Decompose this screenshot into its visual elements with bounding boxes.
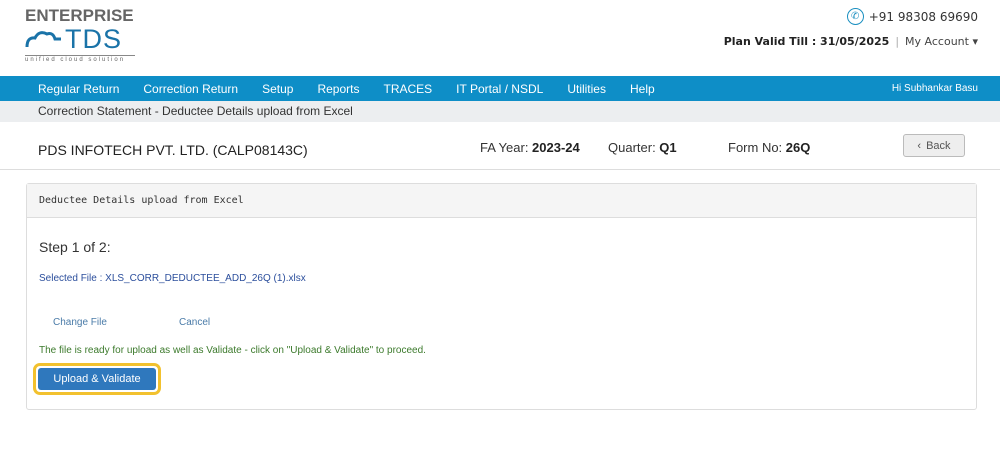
- logo-tds: TDS: [65, 24, 122, 54]
- quarter: Quarter: Q1: [608, 140, 677, 155]
- user-greeting: Hi Subhankar Basu: [891, 83, 978, 94]
- nav-help[interactable]: Help: [630, 82, 655, 96]
- phone-icon: ✆: [846, 8, 864, 25]
- quarter-value: Q1: [659, 140, 677, 155]
- selected-file: Selected File : XLS_CORR_DEDUCTEE_ADD_26…: [39, 273, 306, 284]
- company-name: PDS INFOTECH PVT. LTD. (CALP08143C): [38, 142, 308, 158]
- quarter-label: Quarter:: [608, 140, 660, 155]
- fa-year-value: 2023-24: [532, 140, 580, 155]
- upload-validate-button[interactable]: Upload & Validate: [38, 368, 156, 390]
- nav-regular-return[interactable]: Regular Return: [38, 82, 119, 96]
- change-file-link[interactable]: Change File: [53, 317, 107, 328]
- nav-reports[interactable]: Reports: [317, 82, 359, 96]
- panel-title: Deductee Details upload from Excel: [27, 184, 976, 218]
- main-nav: Regular Return Correction Return Setup R…: [0, 76, 1000, 101]
- back-button[interactable]: ‹ Back: [903, 134, 965, 157]
- my-account-menu[interactable]: My Account ▾: [905, 35, 978, 48]
- nav-setup[interactable]: Setup: [262, 82, 293, 96]
- form-no: Form No: 26Q: [728, 140, 810, 155]
- caret-down-icon: ▾: [972, 35, 978, 48]
- back-label: Back: [926, 139, 951, 152]
- breadcrumb: Correction Statement - Deductee Details …: [0, 101, 1000, 122]
- nav-utilities[interactable]: Utilities: [567, 82, 606, 96]
- fa-year: FA Year: 2023-24: [480, 140, 580, 155]
- enterprise-tds-logo[interactable]: ENTERPRISE TDS unified cloud solution: [25, 6, 135, 63]
- my-account-label: My Account: [905, 35, 969, 48]
- phone-contact: ✆ +91 98308 69690: [846, 8, 978, 25]
- form-label: Form No:: [728, 140, 786, 155]
- plan-validity: Plan Valid Till : 31/05/2025: [723, 35, 890, 48]
- fa-year-label: FA Year:: [480, 140, 533, 155]
- nav-traces[interactable]: TRACES: [383, 82, 432, 96]
- chevron-left-icon: ‹: [917, 139, 922, 152]
- highlight-ring: Upload & Validate: [33, 363, 161, 395]
- upload-panel: Deductee Details upload from Excel Step …: [26, 183, 977, 410]
- divider: |: [895, 35, 900, 48]
- cloud-icon: [25, 30, 61, 47]
- logo-tagline: unified cloud solution: [25, 55, 135, 63]
- cancel-link[interactable]: Cancel: [179, 317, 210, 328]
- nav-correction-return[interactable]: Correction Return: [143, 82, 238, 96]
- form-value: 26Q: [785, 140, 811, 155]
- return-info: PDS INFOTECH PVT. LTD. (CALP08143C) FA Y…: [0, 134, 1000, 170]
- status-message: The file is ready for upload as well as …: [39, 345, 426, 356]
- nav-it-portal[interactable]: IT Portal / NSDL: [456, 82, 543, 96]
- phone-number: +91 98308 69690: [868, 9, 978, 24]
- logo-text: ENTERPRISE: [25, 6, 134, 25]
- step-indicator: Step 1 of 2:: [39, 239, 111, 255]
